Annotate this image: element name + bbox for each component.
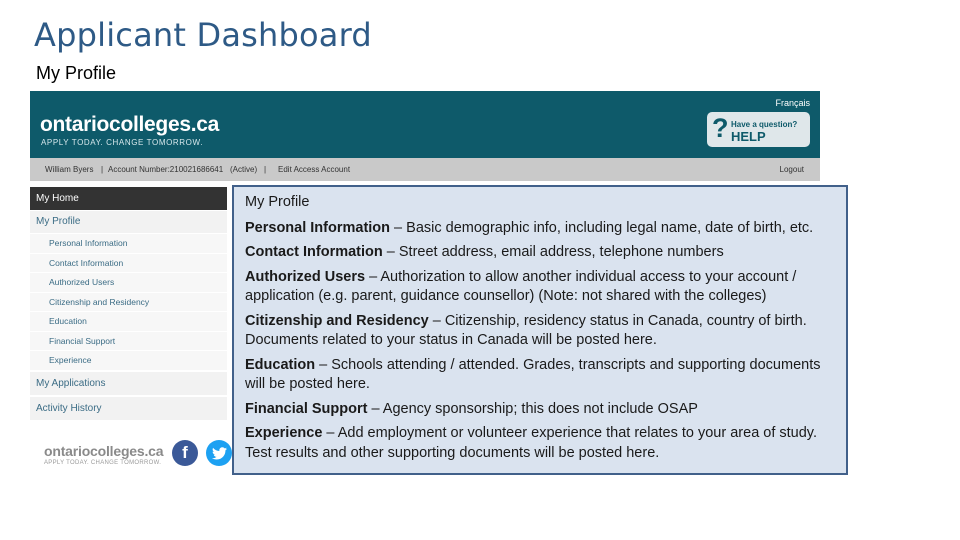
entry-term: Contact Information — [245, 244, 383, 260]
nav-citizenship-residency[interactable]: Citizenship and Residency — [30, 291, 227, 311]
nav-contact-information[interactable]: Contact Information — [30, 252, 227, 272]
callout-entry-contact: Contact Information – Street address, em… — [245, 243, 837, 263]
entry-extra: Documents related to your status in Cana… — [245, 332, 657, 348]
callout-entry-education: Education – Schools attending / attended… — [245, 356, 837, 395]
account-bar: William Byers | Account Number:210021686… — [30, 158, 820, 181]
callout-entry-financial: Financial Support – Agency sponsorship; … — [245, 400, 837, 420]
account-number: Account Number:210021686641 — [108, 165, 224, 174]
entry-description: – Schools attending / attended. Grades, … — [245, 356, 821, 393]
entry-term: Financial Support — [245, 400, 368, 417]
left-navigation: My Home My Profile Personal Information … — [30, 187, 227, 420]
entry-description: – Add employment or volunteer experience… — [245, 425, 818, 461]
edit-access-link[interactable]: Edit Access Account — [278, 165, 350, 174]
entry-description: – Citizenship, residency status in Canad… — [428, 312, 807, 329]
nav-activity-history[interactable]: Activity History — [30, 394, 227, 420]
nav-experience[interactable]: Experience — [30, 350, 227, 370]
profile-callout-text: My Profile Personal Information – Basic … — [245, 193, 837, 468]
logout-link[interactable]: Logout — [780, 165, 804, 174]
brand-logo-text[interactable]: ontariocolleges.ca — [40, 113, 219, 137]
site-header: Français ontariocolleges.ca APPLY TODAY.… — [30, 91, 820, 158]
entry-description: – Street address, email address, telepho… — [382, 244, 724, 260]
nav-authorized-users[interactable]: Authorized Users — [30, 272, 227, 292]
footer-logo[interactable]: ontariocolleges.ca APPLY TODAY. CHANGE T… — [44, 443, 164, 466]
callout-entry-experience: Experience – Add employment or volunteer… — [245, 424, 837, 463]
callout-entry-personal: Personal Information – Basic demographic… — [245, 219, 837, 239]
entry-description: – Basic demographic info, including lega… — [390, 219, 814, 236]
brand-tagline: APPLY TODAY. CHANGE TOMORROW. — [41, 138, 204, 147]
nav-personal-information[interactable]: Personal Information — [30, 233, 227, 253]
entry-term: Experience — [245, 425, 323, 441]
language-link[interactable]: Français — [775, 98, 810, 108]
nav-my-applications[interactable]: My Applications — [30, 369, 227, 395]
help-small-text: Have a question? — [731, 120, 798, 129]
footer-tagline: APPLY TODAY. CHANGE TOMORROW. — [44, 460, 162, 466]
callout-entry-authorized-users: Authorized Users – Authorization to allo… — [245, 268, 837, 307]
nav-financial-support[interactable]: Financial Support — [30, 330, 227, 350]
twitter-icon[interactable] — [206, 440, 232, 466]
entry-term: Authorized Users — [245, 268, 366, 285]
user-name: William Byers — [45, 165, 94, 174]
callout-entry-citizenship: Citizenship and Residency – Citizenship,… — [245, 312, 837, 351]
account-status: (Active) — [230, 165, 258, 174]
nav-my-profile[interactable]: My Profile — [30, 210, 227, 233]
entry-term: Education — [245, 356, 316, 373]
entry-term: Personal Information — [245, 219, 391, 236]
separator: | — [101, 165, 104, 174]
nav-education[interactable]: Education — [30, 311, 227, 331]
slide-subtitle: My Profile — [36, 63, 117, 83]
nav-my-home[interactable]: My Home — [30, 187, 227, 210]
callout-heading: My Profile — [245, 194, 310, 210]
separator: | — [264, 165, 267, 174]
footer-brand: ontariocolleges.ca — [44, 443, 164, 459]
entry-description: – Agency sponsorship; this does not incl… — [367, 400, 698, 417]
help-button[interactable]: ? Have a question? HELP — [707, 112, 810, 147]
question-mark-icon: ? — [712, 113, 729, 143]
facebook-icon[interactable]: f — [172, 440, 198, 466]
slide-title: Applicant Dashboard — [34, 16, 372, 54]
help-big-text: HELP — [731, 129, 766, 144]
entry-term: Citizenship and Residency — [245, 312, 429, 329]
